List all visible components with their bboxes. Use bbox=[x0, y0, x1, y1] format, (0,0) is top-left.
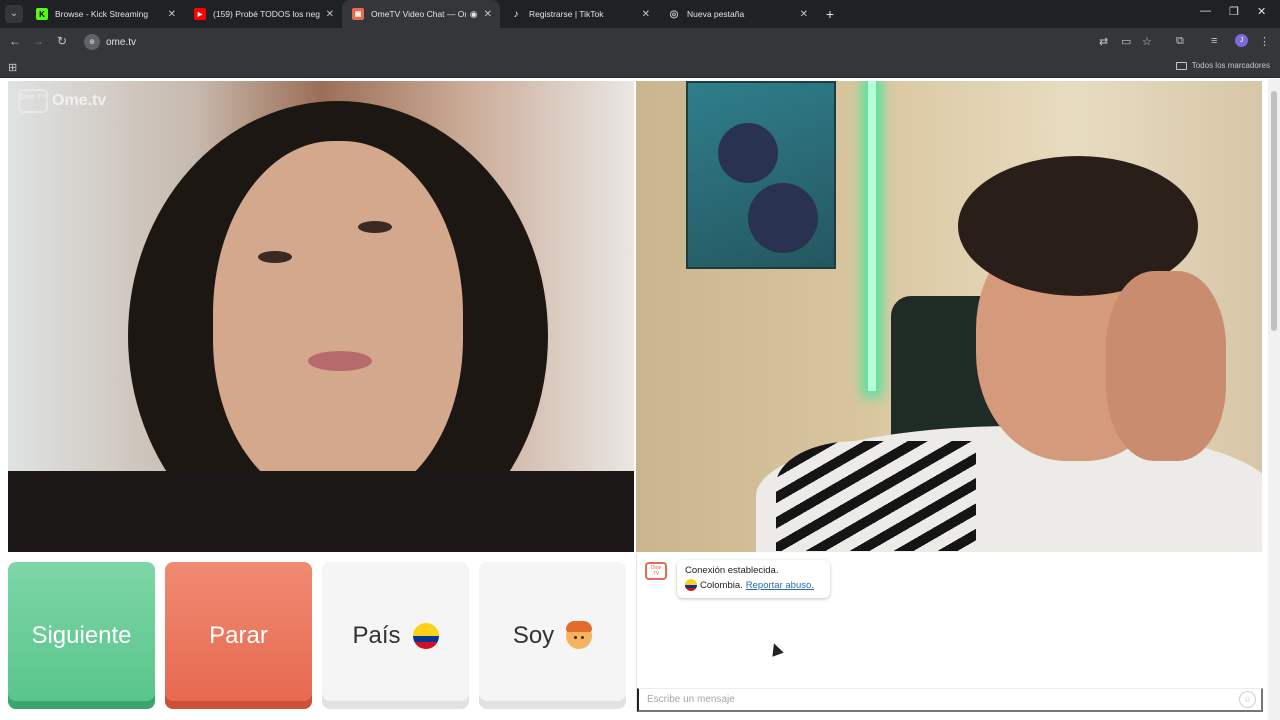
next-button[interactable]: Siguiente bbox=[8, 562, 155, 709]
apps-icon[interactable]: ⊞ bbox=[8, 61, 17, 74]
cast-icon[interactable]: ▭ bbox=[1121, 35, 1131, 48]
video-figure bbox=[258, 251, 292, 263]
close-window-icon[interactable]: ✕ bbox=[1257, 5, 1266, 18]
tab-strip: ⌄ K Browse - Kick Streaming ✕ ▶ (159) Pr… bbox=[0, 0, 1280, 28]
video-figure bbox=[213, 141, 463, 501]
address-bar[interactable]: ⊕ ome.tv bbox=[80, 31, 1090, 53]
ometv-chat-icon: Ome TV bbox=[645, 562, 667, 580]
recording-icon: ◉ bbox=[469, 8, 478, 19]
stop-label: Parar bbox=[209, 621, 268, 649]
video-figure bbox=[776, 441, 976, 551]
menu-icon[interactable]: ⋮ bbox=[1259, 35, 1270, 48]
ometv-favicon-icon: ▣ bbox=[352, 8, 364, 20]
ometv-logo-icon: Ome TV bbox=[18, 89, 48, 113]
tab-youtube[interactable]: ▶ (159) Probé TODOS los negocios ✕ bbox=[184, 0, 342, 28]
minimize-icon[interactable]: — bbox=[1200, 5, 1211, 17]
colombia-flag-icon bbox=[685, 579, 697, 591]
all-bookmarks-button[interactable]: Todos los marcadores bbox=[1175, 61, 1270, 70]
chrome-favicon-icon: ◎ bbox=[669, 8, 679, 20]
close-tab-icon[interactable]: ✕ bbox=[326, 9, 334, 20]
gender-button[interactable]: Soy bbox=[479, 562, 626, 709]
youtube-favicon-icon: ▶ bbox=[194, 8, 206, 20]
media-icon[interactable]: ≡ bbox=[1211, 35, 1217, 47]
tab-tiktok[interactable]: ♪ Registrarse | TikTok ✕ bbox=[500, 0, 658, 28]
tab-kick[interactable]: K Browse - Kick Streaming ✕ bbox=[26, 0, 184, 28]
tab-title: Nueva pestaña bbox=[687, 9, 745, 19]
ometv-logo: Ome TV Ome.tv bbox=[18, 89, 106, 113]
colombia-flag-icon bbox=[412, 622, 439, 649]
bookmarks-bar: ⊞ Todos los marcadores bbox=[0, 56, 1280, 78]
tab-title: (159) Probé TODOS los negocios bbox=[213, 9, 320, 19]
tab-search-icon[interactable]: ⌄ bbox=[5, 5, 23, 23]
scrollbar-thumb[interactable] bbox=[1271, 91, 1277, 331]
next-label: Siguiente bbox=[31, 621, 132, 649]
kick-favicon-icon: K bbox=[36, 8, 48, 20]
video-figure bbox=[308, 351, 372, 371]
site-info-icon[interactable]: ⊕ bbox=[84, 34, 100, 50]
star-icon[interactable]: ☆ bbox=[1142, 35, 1152, 48]
close-tab-icon[interactable]: ✕ bbox=[642, 9, 650, 20]
country-button[interactable]: País bbox=[322, 562, 469, 709]
folder-icon bbox=[1175, 61, 1187, 70]
url-text: ome.tv bbox=[106, 36, 137, 48]
ometv-logo-text: Ome.tv bbox=[52, 92, 107, 109]
close-tab-icon[interactable]: ✕ bbox=[168, 9, 176, 20]
new-tab-icon[interactable]: + bbox=[820, 4, 840, 24]
report-abuse-link[interactable]: Reportar abuso. bbox=[746, 580, 814, 591]
back-icon[interactable]: ← bbox=[7, 34, 23, 48]
connection-status: Conexión establecida. bbox=[685, 565, 779, 576]
close-tab-icon[interactable]: ✕ bbox=[800, 9, 808, 20]
video-figure bbox=[8, 471, 634, 552]
gender-label: Soy bbox=[512, 621, 555, 649]
all-bookmarks-label: Todos los marcadores bbox=[1191, 61, 1270, 70]
browser-toolbar: ← → ↻ ⊕ ome.tv ⇄ ▭ ☆ ⧉ ≡ ⋮ bbox=[0, 28, 1280, 56]
self-video bbox=[636, 81, 1262, 552]
translate-icon[interactable]: ⇄ bbox=[1099, 35, 1108, 48]
system-message: Conexión establecida. Colombia. Reportar… bbox=[677, 560, 830, 598]
tab-title: OmeTV Video Chat — Ome bbox=[371, 9, 466, 19]
video-figure bbox=[358, 221, 392, 233]
video-figure bbox=[718, 123, 778, 183]
stranger-country: Colombia. bbox=[700, 579, 743, 591]
mouse-cursor-icon bbox=[768, 641, 784, 657]
profile-avatar[interactable]: J bbox=[1235, 34, 1248, 47]
message-input[interactable] bbox=[637, 688, 1263, 712]
page-scrollbar[interactable] bbox=[1268, 79, 1280, 720]
forward-icon[interactable]: → bbox=[30, 34, 46, 48]
restore-icon[interactable]: ❐ bbox=[1229, 5, 1239, 18]
led-strip bbox=[868, 81, 876, 391]
boy-emoji-icon bbox=[566, 620, 593, 649]
video-figure bbox=[748, 183, 818, 253]
tab-title: Browse - Kick Streaming bbox=[55, 9, 149, 19]
close-tab-icon[interactable]: ✕ bbox=[484, 9, 492, 20]
stranger-video bbox=[8, 81, 634, 552]
video-figure bbox=[1106, 271, 1226, 461]
tab-ometv[interactable]: ▣ OmeTV Video Chat — Ome ◉ ✕ bbox=[342, 0, 500, 28]
stop-button[interactable]: Parar bbox=[165, 562, 312, 709]
emoji-icon[interactable]: ☺ bbox=[1239, 691, 1256, 708]
country-label: País bbox=[352, 621, 401, 649]
tab-new-tab[interactable]: ◎ Nueva pestaña ✕ bbox=[658, 0, 816, 28]
reload-icon[interactable]: ↻ bbox=[54, 34, 70, 48]
chat-panel: Ome TV Conexión establecida. Colombia. R… bbox=[636, 554, 1263, 712]
tab-title: Registrarse | TikTok bbox=[529, 9, 604, 19]
tiktok-favicon-icon: ♪ bbox=[513, 8, 519, 20]
extensions-icon[interactable]: ⧉ bbox=[1176, 35, 1184, 48]
wall-poster bbox=[686, 81, 836, 269]
